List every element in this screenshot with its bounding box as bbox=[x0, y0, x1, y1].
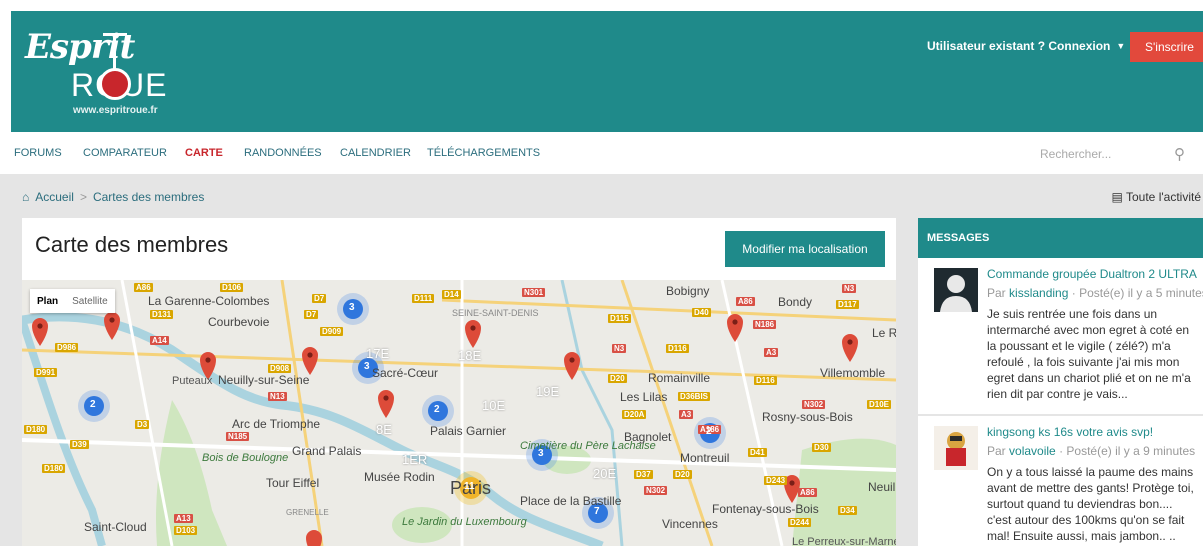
member-map-panel: Carte des membres Modifier ma localisati… bbox=[22, 218, 896, 546]
cluster-count[interactable]: 3 bbox=[538, 448, 544, 459]
nav-item-forums[interactable]: FORUMS bbox=[14, 147, 62, 159]
message-item[interactable]: kingsong ks 16s votre avis svp! Par vola… bbox=[918, 416, 1203, 546]
search-box: ⚲ bbox=[1040, 142, 1200, 166]
caret-down-icon: ▼ bbox=[1116, 41, 1126, 51]
messages-sidebar: MESSAGES Commande groupée Dualtron 2 ULT… bbox=[918, 218, 1203, 546]
nav-item-randonnees[interactable]: RANDONNÉES bbox=[244, 147, 322, 159]
message-meta: Par kisslanding · Posté(e) il y a 5 minu… bbox=[987, 286, 1203, 300]
message-excerpt: On y a tous laissé la paume des mains av… bbox=[987, 465, 1194, 543]
page-content: ⌂ Accueil > Cartes des membres ▤ Toute l… bbox=[0, 174, 1203, 546]
message-author[interactable]: volavoile bbox=[1009, 444, 1056, 458]
logo-url: www.espritroue.fr bbox=[73, 105, 158, 116]
nav-item-carte[interactable]: CARTE bbox=[185, 147, 223, 159]
nav-item-telechargements[interactable]: TÉLÉCHARGEMENTS bbox=[427, 147, 540, 159]
main-nav: FORUMS COMPARATEUR CARTE RANDONNÉES CALE… bbox=[0, 132, 1203, 174]
cluster-count[interactable]: 2 bbox=[706, 426, 712, 437]
logo-wheel-icon bbox=[99, 68, 131, 100]
cluster-count[interactable]: 3 bbox=[349, 302, 355, 313]
breadcrumb-separator: > bbox=[79, 190, 87, 204]
cluster-count[interactable]: 11 bbox=[464, 481, 475, 492]
cluster-count[interactable]: 3 bbox=[364, 361, 370, 372]
message-excerpt: Je suis rentrée une fois dans un interma… bbox=[987, 307, 1191, 401]
site-logo[interactable]: Esprit ROUE www.espritroue.fr bbox=[23, 21, 193, 121]
message-item[interactable]: Commande groupée Dualtron 2 ULTRA Par ki… bbox=[918, 258, 1203, 414]
breadcrumb-home[interactable]: Accueil bbox=[35, 190, 74, 204]
signup-button[interactable]: S'inscrire bbox=[1130, 32, 1203, 62]
site-header: Esprit ROUE www.espritroue.fr Utilisateu… bbox=[11, 11, 1203, 132]
avatar-icon bbox=[934, 268, 978, 312]
all-activity-label: Toute l'activité bbox=[1126, 190, 1201, 204]
edit-location-button[interactable]: Modifier ma localisation bbox=[725, 231, 885, 267]
message-title[interactable]: kingsong ks 16s votre avis svp! bbox=[987, 425, 1201, 439]
breadcrumb-current[interactable]: Cartes des membres bbox=[93, 190, 204, 204]
message-author[interactable]: kisslanding bbox=[1009, 286, 1068, 300]
map-type-control: Plan Satellite bbox=[30, 289, 115, 313]
nav-item-calendrier[interactable]: CALENDRIER bbox=[340, 147, 411, 159]
member-map[interactable]: Plan Satellite A86 D106 D7 D111 D14 N301… bbox=[22, 280, 896, 546]
search-input[interactable] bbox=[1040, 147, 1170, 161]
map-type-plan[interactable]: Plan bbox=[30, 289, 65, 313]
login-menu[interactable]: Utilisateur existant ? Connexion ▼ bbox=[927, 31, 1125, 61]
logo-stem bbox=[113, 35, 116, 69]
breadcrumb: ⌂ Accueil > Cartes des membres bbox=[22, 190, 204, 204]
message-title[interactable]: Commande groupée Dualtron 2 ULTRA bbox=[987, 267, 1201, 281]
messages-heading: MESSAGES bbox=[918, 218, 1203, 258]
map-type-satellite[interactable]: Satellite bbox=[65, 289, 115, 313]
cluster-count[interactable]: 2 bbox=[434, 404, 440, 415]
search-icon[interactable]: ⚲ bbox=[1174, 145, 1185, 163]
page-title: Carte des membres bbox=[35, 232, 229, 257]
avatar-icon bbox=[934, 426, 978, 470]
nav-item-comparateur[interactable]: COMPARATEUR bbox=[83, 147, 167, 159]
login-menu-label: Utilisateur existant ? Connexion bbox=[927, 39, 1111, 53]
message-meta: Par volavoile · Posté(e) il y a 9 minute… bbox=[987, 444, 1196, 458]
cluster-count[interactable]: 7 bbox=[594, 506, 600, 517]
activity-icon: ▤ bbox=[1111, 190, 1123, 204]
all-activity-link[interactable]: ▤ Toute l'activité bbox=[1112, 190, 1201, 204]
home-icon[interactable]: ⌂ bbox=[22, 190, 29, 204]
cluster-count[interactable]: 2 bbox=[90, 399, 96, 410]
